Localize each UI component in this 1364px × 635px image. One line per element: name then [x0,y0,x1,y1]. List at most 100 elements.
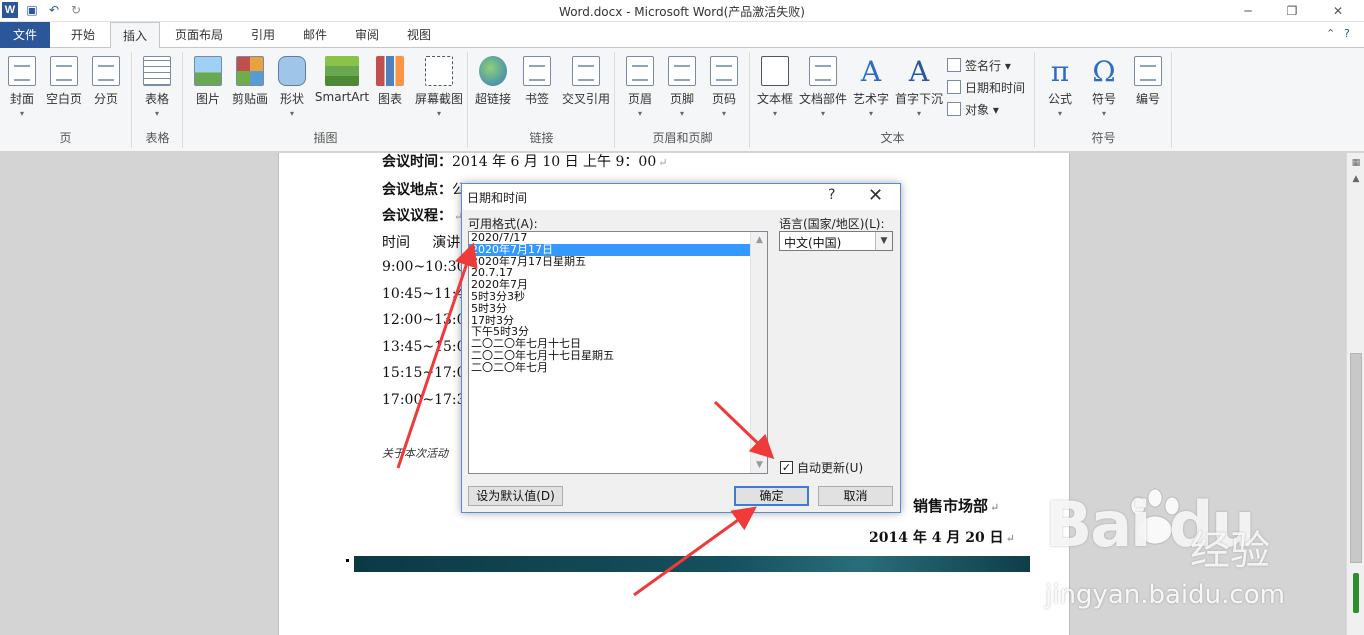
picture-icon [194,56,222,86]
quick-parts-button[interactable]: 文档部件 ▾ [797,54,849,118]
format-list[interactable]: 2020/7/17 2020年7月17日 2020年7月17日星期五 20.7.… [468,231,768,474]
title-bar: W ▣ ↶ ↻ Word.docx - Microsoft Word(产品激活失… [0,0,1364,22]
baidu-url-text: jingyan.baidu.com [1045,580,1285,610]
meeting-time-line: 会议时间：2014 年 6 月 10 日 上午 9：00 ↵ [382,154,668,170]
chevron-down-icon[interactable]: ▼ [875,232,892,250]
page-number-button[interactable]: 页码 ▾ [702,54,746,118]
tab-references[interactable]: 引用 [238,22,288,48]
tab-file[interactable]: 文件 [0,22,50,48]
blank-page-button[interactable]: 空白页 [42,54,86,107]
restore-icon[interactable]: ❐ [1272,2,1312,20]
bullet-marker [346,559,349,562]
auto-update-option[interactable]: ✓ 自动更新(U) [780,459,863,476]
date-time-button[interactable]: 日期和时间 [947,78,1025,98]
footer-icon [668,56,696,86]
chevron-down-icon: ▾ [19,109,24,118]
footer-button[interactable]: 页脚 ▾ [660,54,704,118]
hyperlink-button[interactable]: 超链接 [471,54,515,107]
symbol-button[interactable]: Ω 符号 ▾ [1082,54,1126,118]
signature-line-button[interactable]: 签名行 ▾ [947,56,1011,76]
header-button[interactable]: 页眉 ▾ [618,54,662,118]
help-icon[interactable]: ? [1344,27,1350,40]
language-select[interactable]: 中文(中国) ▼ [779,231,893,251]
help-icon[interactable]: ? [828,187,835,203]
tab-page-layout[interactable]: 页面布局 [168,22,230,48]
chart-label: 图表 [377,92,402,106]
page-break-icon [92,56,120,86]
vertical-scrollbar[interactable]: ▦ ▲ [1346,153,1364,635]
close-icon[interactable]: ✕ [1318,2,1358,20]
equation-button[interactable]: π 公式 ▾ [1038,54,1082,118]
text-box-icon [761,56,789,86]
set-default-button[interactable]: 设为默认值(D) [468,486,563,506]
meeting-time-label: 会议时间： [382,154,452,170]
date-time-dialog: 日期和时间 ? ✕ 可用格式(A): 2020/7/17 2020年7月17日 … [461,183,901,513]
wordart-button[interactable]: A 艺术字 ▾ [849,54,893,118]
header-label: 页眉 [627,92,652,106]
ruler-toggle-icon[interactable]: ▦ [1350,157,1362,169]
ok-button[interactable]: 确定 [734,486,809,506]
cancel-button[interactable]: 取消 [818,486,893,506]
format-option[interactable]: 5时3分3秒 [469,291,767,303]
drop-cap-label: 首字下沉 [894,92,943,106]
text-box-label: 文本框 [756,92,793,106]
scroll-up-icon[interactable]: ▲ [751,232,767,248]
table-button[interactable]: 表格 ▾ [135,54,179,118]
bookmark-button[interactable]: 书签 [515,54,559,107]
footer-label: 页脚 [669,92,694,106]
list-scrollbar[interactable]: ▲ ▼ [750,232,767,473]
smartart-button[interactable]: SmartArt [314,54,370,104]
scrollbar-thumb[interactable] [1350,353,1362,563]
schedule-time: 9:00~10:30 [382,259,466,275]
chevron-down-icon: ▾ [289,109,294,118]
clip-art-button[interactable]: 剪贴画 [228,54,272,107]
format-option[interactable]: 二〇二〇年七月 [469,361,767,374]
chevron-down-icon: ▾ [820,109,825,118]
scroll-down-icon[interactable]: ▼ [751,457,767,473]
cross-reference-label: 交叉引用 [561,92,610,106]
screenshot-button[interactable]: 屏幕截图 ▾ [412,54,466,118]
text-box-button[interactable]: 文本框 ▾ [753,54,797,118]
collapse-ribbon-icon[interactable]: ⌃ [1326,27,1335,40]
numbering-button[interactable]: 编号 [1126,54,1170,107]
group-label-links: 链接 [529,131,554,145]
chevron-down-icon: ▾ [1101,109,1106,118]
shapes-button[interactable]: 形状 ▾ [270,54,314,118]
scroll-up-icon[interactable]: ▲ [1350,173,1362,185]
language-value: 中文(中国) [784,236,842,250]
department-signature: 销售市场部 ↵ [913,497,1000,515]
tab-insert[interactable]: 插入 [110,22,160,49]
cover-page-button[interactable]: 封面 ▾ [0,54,44,118]
group-label-tables: 表格 [145,131,170,145]
date-time-label: 日期和时间 [965,81,1026,95]
scrollbar-grip[interactable] [1353,573,1359,613]
group-illustrations: 图片 剪贴画 形状 ▾ SmartArt 图表 屏幕截图 ▾ 插图 [184,52,468,148]
cross-reference-button[interactable]: 交叉引用 [559,54,613,107]
minimize-icon[interactable]: ─ [1228,2,1268,20]
format-option-selected[interactable]: 2020年7月17日 [469,243,750,256]
tab-home[interactable]: 开始 [58,22,108,48]
format-option[interactable]: 5时3分 [469,302,767,315]
page-break-button[interactable]: 分页 [84,54,128,107]
table-icon [143,56,171,86]
chart-button[interactable]: 图表 [368,54,412,107]
format-option[interactable]: 二〇二〇年七月十七日星期五 [469,350,767,362]
tab-view[interactable]: 视图 [394,22,444,48]
blank-page-label: 空白页 [45,92,82,106]
tab-mailings[interactable]: 邮件 [290,22,340,48]
clip-art-icon [236,56,264,86]
group-links: 超链接 书签 交叉引用 链接 [469,52,615,148]
close-icon[interactable]: ✕ [868,185,883,206]
format-option[interactable]: 2020年7月17日星期五 [469,255,767,268]
auto-update-checkbox[interactable]: ✓ [780,461,793,474]
pi-icon: π [1050,55,1070,88]
tab-review[interactable]: 审阅 [342,22,392,48]
object-button[interactable]: 对象 ▾ [947,100,999,120]
page-number-icon [710,56,738,86]
picture-button[interactable]: 图片 [186,54,230,107]
drop-cap-button[interactable]: A 首字下沉 ▾ [893,54,945,118]
header-icon [626,56,654,86]
chevron-down-icon: ▾ [637,109,642,118]
language-label: 语言(国家/地区)(L): [779,217,885,231]
schedule-speech-header: 演讲 [432,235,461,251]
